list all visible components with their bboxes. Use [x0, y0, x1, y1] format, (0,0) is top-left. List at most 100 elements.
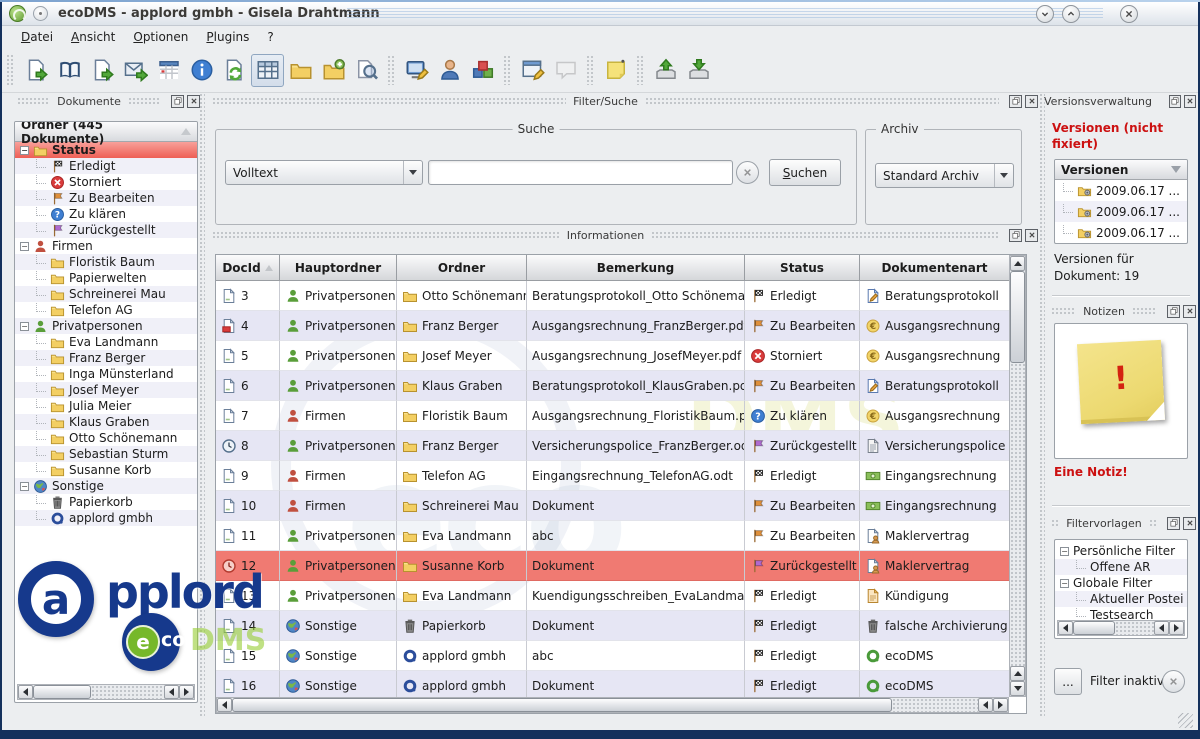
- table-row-5[interactable]: 5PrivatpersonenJosef MeyerAusgangsrechnu…: [216, 341, 1010, 371]
- sticky-note-button[interactable]: [599, 54, 632, 87]
- filtervorlagen-dock-titlebar[interactable]: Filtervorlagen: [1044, 515, 1196, 531]
- search-button[interactable]: Suchen: [769, 159, 841, 186]
- tree-item-schreinerei-mau[interactable]: Schreinerei Mau: [15, 286, 197, 302]
- tree-item-sonstige[interactable]: −Sonstige: [15, 478, 197, 494]
- tree-item-franz-berger[interactable]: Franz Berger: [15, 350, 197, 366]
- filter-suche-dock-titlebar[interactable]: Filter/Suche: [205, 93, 1038, 109]
- menu-plugins[interactable]: Plugins: [197, 28, 258, 46]
- float-panel-button[interactable]: [1167, 517, 1180, 530]
- menu-help[interactable]: ?: [258, 28, 282, 46]
- info-button[interactable]: [185, 54, 218, 87]
- tree-item-telefon-ag[interactable]: Telefon AG: [15, 302, 197, 318]
- scroll-thumb[interactable]: [1010, 271, 1025, 363]
- version-item[interactable]: 2009.06.17 ...: [1055, 180, 1187, 201]
- scroll-left-button[interactable]: [18, 685, 33, 699]
- table-row-14[interactable]: 14SonstigePapierkorbDokumentErledigtfals…: [216, 611, 1010, 641]
- table-row-6[interactable]: 6PrivatpersonenKlaus GrabenBeratungsprot…: [216, 371, 1010, 401]
- table-row-8[interactable]: 8PrivatpersonenFranz BergerVersicherungs…: [216, 431, 1010, 461]
- upload-tray-button[interactable]: [649, 54, 682, 87]
- tree-item-pers-nliche-filter[interactable]: −Persönliche Filter: [1055, 543, 1187, 559]
- search-input[interactable]: [428, 160, 733, 185]
- column-header-docid[interactable]: DocId: [216, 255, 280, 281]
- add-folder-button[interactable]: [317, 54, 350, 87]
- filter-h-scrollbar[interactable]: [1057, 620, 1185, 636]
- tree-item-julia-meier[interactable]: Julia Meier: [15, 398, 197, 414]
- tree-item-storniert[interactable]: Storniert: [15, 174, 197, 190]
- tree-item-zur-ckgestellt[interactable]: Zurückgestellt: [15, 222, 197, 238]
- column-header-status[interactable]: Status: [745, 255, 860, 281]
- expander-icon[interactable]: −: [20, 242, 29, 251]
- float-panel-button[interactable]: [1009, 229, 1022, 242]
- column-header-ordner[interactable]: Ordner: [397, 255, 527, 281]
- table-row-10[interactable]: 10FirmenSchreinerei MauDokumentZu Bearbe…: [216, 491, 1010, 521]
- table-row-15[interactable]: 15Sonstigeapplord gmbhabcErledigtecoDMS: [216, 641, 1010, 671]
- address-book-button[interactable]: [53, 54, 86, 87]
- clear-search-button[interactable]: [736, 161, 759, 184]
- app-icon[interactable]: [9, 5, 26, 22]
- title-bar[interactable]: ecoDMS - applord gmbh - Gisela Drahtmann: [2, 2, 1198, 26]
- tree-item-applord-gmbh[interactable]: applord gmbh: [15, 510, 197, 526]
- table-row-7[interactable]: 7FirmenFloristik BaumAusgangsrechnung_Fl…: [216, 401, 1010, 431]
- search-mode-select[interactable]: Volltext: [225, 160, 423, 185]
- edit-screen-button[interactable]: [400, 54, 433, 87]
- send-mail-button[interactable]: [119, 54, 152, 87]
- float-panel-button[interactable]: [1009, 95, 1022, 108]
- versions-list-header[interactable]: Versionen: [1055, 160, 1187, 180]
- resize-grip[interactable]: [1178, 713, 1193, 728]
- scroll-track[interactable]: [892, 698, 978, 712]
- note-preview-box[interactable]: !: [1054, 323, 1188, 459]
- version-item[interactable]: 2009.06.17 ...: [1055, 222, 1187, 243]
- tree-header[interactable]: Ordner (445 Dokumente): [15, 122, 197, 142]
- calendar-view-button[interactable]: [152, 54, 185, 87]
- scroll-left-button[interactable]: [978, 698, 993, 712]
- close-button[interactable]: [1120, 5, 1138, 23]
- expander-icon[interactable]: −: [20, 146, 29, 155]
- tree-item-aktueller-postei[interactable]: Aktueller Postei: [1055, 591, 1187, 607]
- scroll-left-button[interactable]: [164, 685, 179, 699]
- user-button[interactable]: [433, 54, 466, 87]
- close-panel-button[interactable]: [1025, 229, 1038, 242]
- expander-icon[interactable]: −: [1060, 547, 1069, 556]
- scroll-track[interactable]: [1010, 363, 1025, 666]
- scroll-left-button[interactable]: [217, 698, 232, 712]
- search-document-button[interactable]: [350, 54, 383, 87]
- close-panel-button[interactable]: [1183, 305, 1196, 318]
- tree-item-klaus-graben[interactable]: Klaus Graben: [15, 414, 197, 430]
- maximize-button[interactable]: [1062, 5, 1080, 23]
- export-document-button[interactable]: [86, 54, 119, 87]
- tree-item-zu-kl-ren[interactable]: Zu klären: [15, 206, 197, 222]
- column-header-hauptordner[interactable]: Hauptordner: [280, 255, 397, 281]
- scroll-up-button[interactable]: [1010, 256, 1025, 271]
- expander-icon[interactable]: −: [20, 322, 29, 331]
- close-panel-button[interactable]: [1025, 95, 1038, 108]
- tree-item-inga-m-nsterland[interactable]: Inga Münsterland: [15, 366, 197, 382]
- tree-item-firmen[interactable]: −Firmen: [15, 238, 197, 254]
- pin-window-button[interactable]: [33, 6, 48, 21]
- table-row-3[interactable]: 3PrivatpersonenOtto SchönemannBeratungsp…: [216, 281, 1010, 311]
- tree-item-susanne-korb[interactable]: Susanne Korb: [15, 462, 197, 478]
- tree-item-papierwelten[interactable]: Papierwelten: [15, 270, 197, 286]
- float-panel-button[interactable]: [171, 95, 184, 108]
- filter-more-button[interactable]: ...: [1054, 668, 1082, 695]
- close-panel-button[interactable]: [1184, 95, 1196, 108]
- refresh-document-button[interactable]: [218, 54, 251, 87]
- tree-item-floristik-baum[interactable]: Floristik Baum: [15, 254, 197, 270]
- scroll-thumb[interactable]: [33, 685, 91, 699]
- close-panel-button[interactable]: [1183, 517, 1196, 530]
- scroll-right-button[interactable]: [1169, 621, 1184, 635]
- tree-item-erledigt[interactable]: Erledigt: [15, 158, 197, 174]
- tree-item-globale-filter[interactable]: −Globale Filter: [1055, 575, 1187, 591]
- table-row-11[interactable]: 11PrivatpersonenEva LandmannabcZu Bearbe…: [216, 521, 1010, 551]
- table-row-12[interactable]: 12PrivatpersonenSusanne KorbDokumentZurü…: [216, 551, 1010, 581]
- edit-window-button[interactable]: [516, 54, 549, 87]
- comment-button[interactable]: [549, 54, 582, 87]
- toolbar-handle[interactable]: [6, 54, 14, 86]
- scroll-thumb[interactable]: [1073, 621, 1115, 635]
- tree-item-zu-bearbeiten[interactable]: Zu Bearbeiten: [15, 190, 197, 206]
- scroll-track[interactable]: [1115, 621, 1154, 635]
- expander-icon[interactable]: −: [20, 482, 29, 491]
- scroll-down-button[interactable]: [1010, 681, 1025, 696]
- table-row-13[interactable]: 13PrivatpersonenEva LandmannKuendigungss…: [216, 581, 1010, 611]
- column-header-bemerkung[interactable]: Bemerkung: [527, 255, 745, 281]
- scroll-up-button[interactable]: [1010, 666, 1025, 681]
